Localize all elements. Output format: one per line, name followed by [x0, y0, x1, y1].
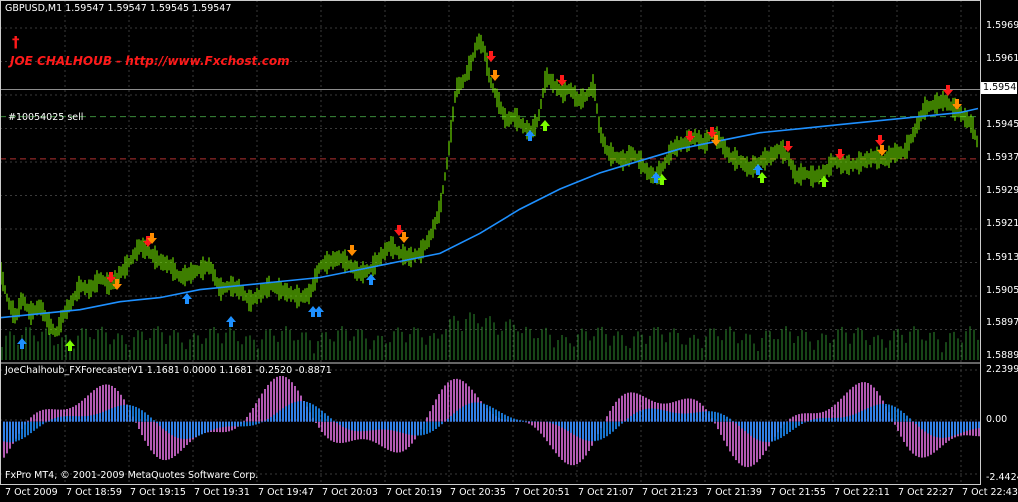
volume-bars — [1, 312, 979, 360]
time-tick-label: 7 Oct 22:11 — [834, 487, 890, 498]
time-tick-label: 7 Oct 21:07 — [578, 487, 634, 498]
sell-arrow-icon — [875, 135, 885, 146]
current-price-badge: 1.59547 — [981, 82, 1018, 94]
chart-window[interactable]: GBPUSD,M1 1.59547 1.59547 1.59545 1.5954… — [0, 0, 1018, 502]
indicator-tick-label: -2.4424 — [986, 472, 1018, 483]
time-tick-label: 7 Oct 21:55 — [770, 487, 826, 498]
price-tick-label: 1.59615 — [986, 53, 1018, 64]
time-tick-label: 7 Oct 22:43 — [962, 487, 1018, 498]
time-tick-label: 7 Oct 20:35 — [450, 487, 506, 498]
time-tick-label: 7 Oct 18:59 — [66, 487, 122, 498]
symbol-header: GBPUSD,M1 1.59547 1.59547 1.59545 1.5954… — [5, 3, 232, 14]
buy-arrow-icon — [540, 120, 550, 131]
moving-average-series — [0, 107, 979, 319]
sell-arrow-icon — [347, 245, 357, 256]
price-tick-label: 1.59295 — [986, 185, 1018, 196]
oscillator-bars — [3, 375, 980, 468]
chart-canvas[interactable] — [0, 0, 1018, 502]
copyright-text: FxPro MT4, © 2001-2009 MetaQuotes Softwa… — [5, 470, 259, 481]
time-tick-label: 7 Oct 2009 — [5, 487, 58, 498]
brand-dagger-icon: † — [12, 33, 20, 51]
price-tick-label: 1.59455 — [986, 119, 1018, 130]
price-tick-label: 1.59695 — [986, 20, 1018, 31]
signal-arrows — [17, 51, 962, 351]
buy-arrow-icon — [226, 316, 236, 327]
time-tick-label: 7 Oct 20:51 — [514, 487, 570, 498]
time-tick-label: 7 Oct 19:47 — [258, 487, 314, 498]
time-tick-label: 7 Oct 20:19 — [386, 487, 442, 498]
time-tick-label: 7 Oct 19:31 — [194, 487, 250, 498]
price-tick-label: 1.59375 — [986, 152, 1018, 163]
moving-average-line — [0, 107, 979, 319]
indicator-tick-label: 0.00 — [986, 414, 1008, 425]
indicator-header: JoeChalhoub_FXForecasterV1 1.1681 0.0000… — [5, 365, 332, 376]
brand-text: JOE CHALHOUB - http://www.Fxchost.com — [10, 54, 290, 68]
time-tick-label: 7 Oct 21:39 — [706, 487, 762, 498]
time-tick-label: 7 Oct 21:23 — [642, 487, 698, 498]
time-tick-label: 7 Oct 22:27 — [898, 487, 954, 498]
buy-arrow-icon — [314, 306, 324, 317]
price-series — [0, 33, 978, 337]
time-tick-label: 7 Oct 19:15 — [130, 487, 186, 498]
price-tick-label: 1.58975 — [986, 317, 1018, 328]
price-tick-label: 1.58895 — [986, 350, 1018, 361]
order-label[interactable]: #10054025 sell — [8, 112, 83, 124]
sell-arrow-icon — [943, 85, 953, 96]
buy-arrow-icon — [182, 293, 192, 304]
time-tick-label: 7 Oct 20:03 — [322, 487, 378, 498]
indicator-tick-label: 2.2399 — [986, 364, 1018, 375]
price-tick-label: 1.59055 — [986, 285, 1018, 296]
price-tick-label: 1.59215 — [986, 218, 1018, 229]
price-tick-label: 1.59135 — [986, 252, 1018, 263]
